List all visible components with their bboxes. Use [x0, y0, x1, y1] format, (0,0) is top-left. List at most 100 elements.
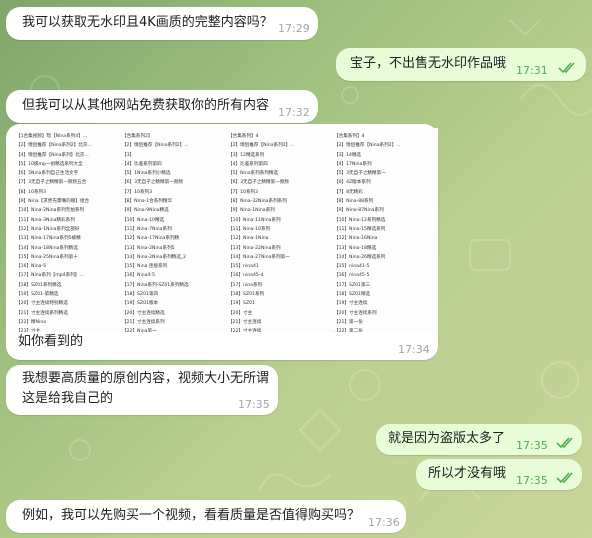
message-line: 这是给我自己的 — [22, 391, 114, 406]
screenshot-list-line: 【13】Nina-17Nina系列5被精 — [16, 236, 81, 242]
message-bubble-incoming[interactable]: 例如，我可以先购买一个视频，看看质量是否值得购买吗？ 17:36 — [6, 500, 406, 533]
screenshot-list-line: 【9】Nina-87Nina系列 — [334, 208, 384, 214]
message-bubble-outgoing[interactable]: 所以才没有哦 17:35 — [416, 459, 582, 490]
screenshot-list-line: 【12】Nina-17Nina系列精 — [122, 236, 180, 242]
screenshot-list-line: 【17】Nina系列【mp4系列】... — [16, 273, 84, 279]
screenshot-list-line: 【16】Nina-5 — [16, 264, 47, 270]
screenshot-column-3: 【合集系列】4 【2】情侣推荐【Nina系列2】... 【3】12精选系列 【4】比差… — [228, 132, 330, 332]
screenshot-list-line: 【14】Nina-2Nina系列精选_2 — [122, 254, 187, 260]
screenshot-list-line: 【8】Nina-88系列 — [334, 199, 374, 205]
screenshot-list-line: 【12】Nina-1Nina系列全部好 — [16, 226, 80, 232]
screenshot-list-line: 【10】Nina-2Nina系列无拍系列 — [16, 208, 85, 214]
screenshot-list-line: 【16】Nina4-5 — [122, 273, 155, 279]
screenshot-list-line: 【8】Nina-1合系列精华 — [122, 199, 173, 205]
screenshot-list-line: 【19】SZ01-第精选 — [16, 292, 59, 298]
message-text: 宝子，不出售无水印作品哦 — [350, 56, 507, 71]
screenshot-list-line: 【13】Nina-18精选 — [334, 245, 377, 251]
screenshot-list-line: 【22】Nina第一 — [122, 329, 157, 332]
message-time: 17:35 — [238, 398, 270, 411]
screenshot-list-line: 【20】寸主 — [228, 310, 253, 316]
screenshot-list-line: 【3】12精选系列 — [228, 152, 265, 158]
screenshot-list-line: 【10】Nina-11Nina系列 — [228, 217, 281, 223]
screenshot-list-line: 【6】5Nina系列自己生活文字 — [16, 171, 79, 177]
screenshot-list-line: 【2】情侣推荐【Nina系列2】北京... — [16, 143, 92, 149]
screenshot-list-line: 【14】Nina-18Nina系列精选 — [16, 245, 78, 251]
screenshot-list-line: 【合集系列】4 — [334, 134, 365, 139]
screenshot-list-line: 【4】17Nina系列 — [334, 161, 372, 167]
screenshot-list-line: 【7】3无自子之精精第一频频五合 — [16, 180, 87, 186]
message-bubble-incoming[interactable]: 但我可以从其他网站免费获取你的所有内容 17:32 — [6, 90, 318, 123]
message-text: 所以才没有哦 — [428, 466, 507, 481]
screenshot-list-line: 【21】寸主连续系列精选 — [16, 310, 68, 316]
screenshot-list-line: 【17】Nina系列-SZ01系列精选 — [122, 282, 189, 288]
screenshot-list-line: 【15】Nina 连接系列 — [122, 264, 168, 270]
screenshot-list-line: 【21】寸主连续系列 — [122, 319, 165, 325]
screenshot-list-line: 【14】Nina-26精选系列 — [334, 254, 386, 260]
screenshot-list-line: 【4】比差系列第四 — [228, 161, 268, 167]
message-time: 17:31 — [516, 64, 548, 77]
screenshot-list-line: 【9】Nina-9Nina精选 — [122, 208, 169, 214]
screenshot-list-line: 【19】寸主连续 — [334, 301, 368, 307]
screenshot-list-line: 【10】Nina-12系列精选 — [334, 217, 386, 223]
image-caption: 如你看到的 — [18, 334, 84, 349]
screenshot-list-line: 【2】情侣推荐【Nina系列2】... — [122, 143, 189, 149]
screenshot-list-line: 【5】10级mp一组精选系列大全 — [16, 161, 83, 167]
screenshot-list-line: 【6】3无自子之精精第一频频 — [228, 180, 289, 186]
read-checkmarks-icon — [558, 62, 575, 74]
screenshot-list-line: 【11】Nina-3Nina精彩系列 — [16, 217, 75, 223]
screenshot-list-line: 【5】3无自子之精精第一 — [334, 171, 386, 177]
screenshot-list-line: 【6】3无自子之精精第一频频 — [122, 180, 183, 186]
message-time: 17:35 — [516, 474, 548, 487]
screenshot-list-line: 【8】Nina-32Nina系列系列 — [228, 199, 287, 205]
screenshot-list-line: 【合集系列2】 — [122, 134, 153, 139]
screenshot-list-line: 【17】nina系列 — [228, 282, 263, 288]
screenshot-list-line: 【20】寸主连续系列 — [334, 310, 377, 316]
screenshot-list-line: 【20】寸主连续特别精选 — [16, 301, 68, 307]
screenshot-list-line: 【18】SZ01系列 — [228, 292, 265, 298]
screenshot-column-1: 【1合集视频】暗【Nina系列4】... 【2】情侣推荐【Nina系列2】北京..… — [16, 132, 118, 332]
screenshot-list-line: 【14】Nina-27Nina系列第一 — [228, 254, 290, 260]
screenshot-list-line: 【13】Nina-2Nina系列5 — [122, 245, 175, 251]
message-bubble-image[interactable]: 【1合集视频】暗【Nina系列4】... 【2】情侣推荐【Nina系列2】北京..… — [6, 124, 438, 360]
screenshot-list-line: 【4】比差系列第四 — [122, 161, 162, 167]
message-time: 17:34 — [398, 343, 430, 356]
screenshot-list-line: 【9】Nina-1Nina系列 — [228, 208, 275, 214]
screenshot-list-line: 【15】nina41 — [228, 264, 259, 270]
screenshot-list-line: 【5】Nina系列系列精选 — [228, 171, 279, 177]
message-bubble-outgoing[interactable]: 就是因为盗版太多了 17:35 — [376, 424, 582, 455]
screenshot-list-line: 【9】Nina【求更先需嘴的哪】组合 — [16, 199, 90, 205]
screenshot-list-line: 【3】14精选 — [334, 152, 362, 158]
message-text: 就是因为盗版太多了 — [388, 431, 506, 446]
screenshot-list-line: 【4】情侣推荐【Nina系列】北京... — [16, 152, 89, 158]
message-bubble-incoming[interactable]: 我可以获取无水印且4K画质的完整内容吗？ 17:29 — [6, 7, 318, 40]
message-text: 但我可以从其他网站免费获取你的所有内容 — [22, 98, 270, 113]
screenshot-list-line: 【22】精Nina — [16, 319, 47, 325]
screenshot-list-line: 【15】nina41-5 — [334, 264, 370, 270]
message-bubble-outgoing[interactable]: 宝子，不出售无水印作品哦 17:31 — [336, 48, 586, 81]
screenshot-list-line: 【11】Nina-10系列 — [228, 226, 271, 232]
screenshot-list-line: 【2】情侣推荐【Nina系列2】... — [334, 143, 401, 149]
screenshot-list-line: 【18】SZ01第四 — [122, 292, 159, 298]
screenshot-list-line: 【7】10系列3 — [228, 189, 259, 195]
message-time: 17:32 — [278, 106, 310, 119]
screenshot-list-line: 【10】Nina-10精选 — [122, 217, 165, 223]
screenshot-list-line: 【18】SZ01精选 — [334, 292, 371, 298]
screenshot-list-line: 【3】 — [122, 152, 135, 158]
watermark-text: Activate Windows — [332, 324, 376, 332]
screenshot-column-2: 【合集系列2】 【2】情侣推荐【Nina系列2】... 【3】 【4】比差系列第四 【5… — [122, 132, 224, 332]
screenshot-list-line: 【12】Nina-1Nina — [228, 236, 269, 242]
screenshot-list-line: 【7】8无精彩 — [334, 189, 363, 195]
screenshot-list-line: 【16】nina45-5 — [334, 273, 370, 279]
message-line: 我想要高质量的原创内容，视频大小无所谓 — [22, 371, 270, 386]
screenshot-list-line: 【16】nina45-4 — [228, 273, 264, 279]
message-text: 我可以获取无水印且4K画质的完整内容吗？ — [22, 15, 273, 30]
message-text: 例如，我可以先购买一个视频，看看质量是否值得购买吗？ — [22, 508, 361, 523]
screenshot-list-line: 【17】SZ01第三 — [334, 282, 371, 288]
message-bubble-incoming[interactable]: 我想要高质量的原创内容，视频大小无所谓 这是给我自己的 17:35 — [6, 365, 278, 415]
message-text: 我想要高质量的原创内容，视频大小无所谓 这是给我自己的 — [22, 369, 269, 409]
screenshot-list-line: 【19】SZ01版本 — [122, 301, 159, 307]
attached-screenshot[interactable]: 【1合集视频】暗【Nina系列4】... 【2】情侣推荐【Nina系列2】北京..… — [14, 128, 438, 332]
screenshot-list-line: 【合集系列】4 — [228, 134, 259, 139]
screenshot-list-line: 【15】Nina-25Nina系列第十 — [16, 254, 78, 260]
screenshot-list-line: 【7】10系列3 — [122, 189, 153, 195]
